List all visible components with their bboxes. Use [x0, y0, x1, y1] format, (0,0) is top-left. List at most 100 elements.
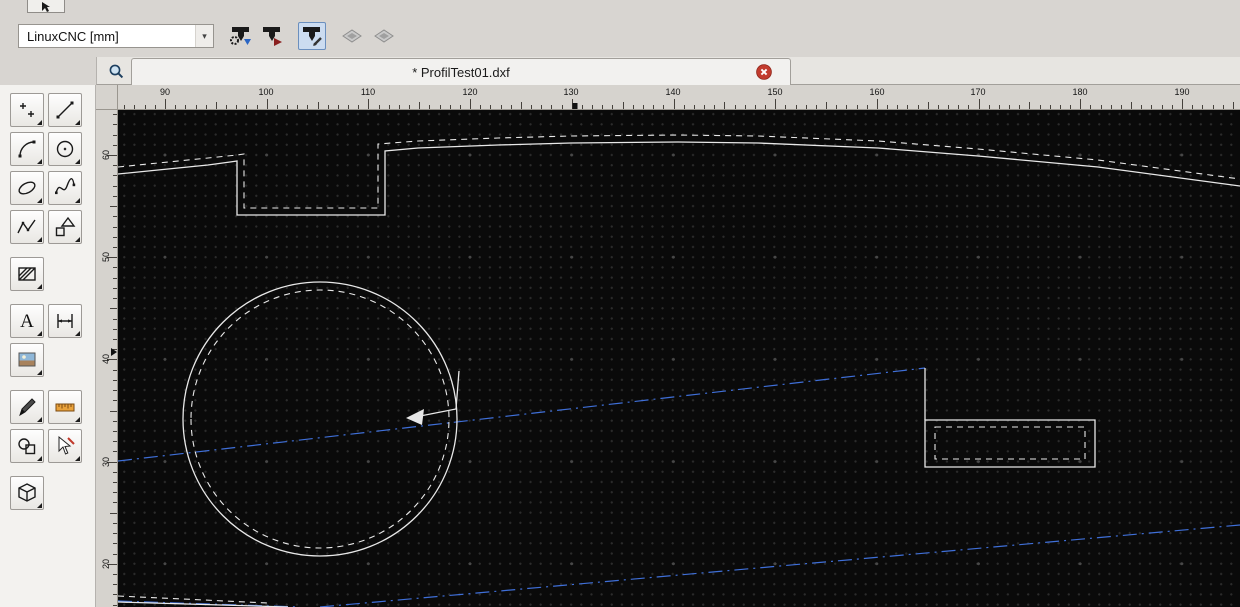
ruler-tick — [358, 105, 360, 109]
circle-icon — [56, 140, 74, 158]
ruler-tick — [815, 105, 817, 109]
image-icon — [18, 352, 36, 367]
dimension-icon — [57, 314, 73, 328]
ruler-tick — [846, 105, 848, 109]
ruler-tick — [795, 105, 797, 109]
ruler-tick — [113, 594, 117, 596]
ruler-tick — [602, 105, 604, 109]
ruler-tick — [113, 574, 117, 576]
ruler-tick — [642, 105, 644, 109]
ruler-tick — [551, 105, 553, 109]
machine-type-value: LinuxCNC [mm] — [27, 28, 119, 44]
document-tab[interactable]: * ProfilTest01.dxf — [131, 58, 791, 85]
ruler-label: 120 — [462, 87, 478, 97]
ruler-tick — [113, 277, 117, 279]
vertical-ruler: 60 50 40 30 20 — [96, 110, 118, 607]
cam-edit-button[interactable] — [298, 22, 326, 50]
ruler-tick — [693, 105, 695, 109]
modify-tool-button[interactable] — [10, 390, 44, 424]
ruler-tick — [1232, 102, 1234, 109]
ruler-tick — [673, 99, 675, 109]
ruler-tick — [113, 451, 117, 453]
ruler-tick — [439, 105, 441, 109]
text-tool-button[interactable]: A — [10, 304, 44, 338]
dimension-tool-button[interactable] — [48, 304, 82, 338]
line-tool-button[interactable] — [48, 93, 82, 127]
ruler-tick — [113, 144, 117, 146]
ruler-tick — [581, 105, 583, 109]
points-tool-button[interactable] — [10, 93, 44, 127]
ruler-tick — [110, 206, 117, 208]
zoom-button[interactable] — [106, 61, 126, 81]
ruler-tick — [113, 267, 117, 269]
ruler-tick — [632, 105, 634, 109]
ruler-tick — [1212, 105, 1214, 109]
ruler-label: 190 — [1174, 87, 1190, 97]
ruler-tick — [113, 226, 117, 228]
spline-icon — [55, 178, 76, 195]
ruler-tick — [110, 410, 117, 412]
ruler-tick — [714, 105, 716, 109]
ruler-label: 30 — [101, 456, 111, 468]
ruler-tick — [968, 105, 970, 109]
ruler-tick — [917, 105, 919, 109]
ruler-tick — [907, 105, 909, 109]
ruler-tick — [175, 105, 177, 109]
ruler-tick — [1161, 105, 1163, 109]
ruler-label: 90 — [159, 87, 171, 97]
ruler-tick — [256, 105, 258, 109]
machine-type-select[interactable]: LinuxCNC [mm] ▾ — [18, 24, 214, 48]
drawing-canvas[interactable] — [118, 110, 1240, 607]
ruler-tick — [958, 105, 960, 109]
ruler-tick — [775, 99, 777, 109]
selection-tool-button[interactable] — [48, 429, 82, 463]
ruler-tick — [113, 604, 117, 606]
ruler-tick — [897, 105, 899, 109]
ruler-tick — [317, 102, 319, 109]
ruler-tick — [398, 105, 400, 109]
measure-tool-button[interactable] — [48, 390, 82, 424]
ruler-tick — [500, 105, 502, 109]
ruler-tick — [307, 105, 309, 109]
ellipse-tool-button[interactable] — [10, 171, 44, 205]
ruler-label: 100 — [258, 87, 274, 97]
cam-marker-left-button[interactable] — [338, 22, 366, 50]
ruler-tick — [1182, 99, 1183, 109]
ruler-label: 140 — [665, 87, 681, 97]
cursor-arrow-icon — [42, 2, 50, 12]
ruler-tick — [1039, 105, 1041, 109]
spline-tool-button[interactable] — [48, 171, 82, 205]
ruler-tick — [592, 105, 594, 109]
ruler-tick — [419, 102, 421, 109]
horizontal-ruler: 90 100 110 120 130 140 150 160 170 180 190 — [118, 85, 1240, 110]
cursor-position-marker — [111, 348, 117, 356]
ruler-tick — [704, 105, 705, 109]
ruler-tick — [826, 102, 828, 109]
ruler-tick — [113, 165, 117, 167]
arc-tool-button[interactable] — [10, 132, 44, 166]
ruler-label: 170 — [970, 87, 986, 97]
hatch-tool-button[interactable] — [10, 257, 44, 291]
ruler-tick — [124, 105, 126, 109]
circle-tool-button[interactable] — [48, 132, 82, 166]
cam-configuration-button[interactable] — [226, 22, 254, 50]
transform-tool-button[interactable] — [10, 429, 44, 463]
polyline-tool-button[interactable] — [10, 210, 44, 244]
cam-config-icon — [230, 27, 251, 45]
cam-marker-right-button[interactable] — [370, 22, 398, 50]
cam-export-button[interactable] — [258, 22, 286, 50]
image-tool-button[interactable] — [10, 343, 44, 377]
shape-tool-button[interactable] — [48, 210, 82, 244]
ruler-tick — [988, 105, 990, 109]
solid-tool-button[interactable] — [10, 476, 44, 510]
ruler-tick — [113, 471, 117, 473]
ruler-tick — [1029, 102, 1031, 109]
ruler-label: 60 — [101, 149, 111, 161]
close-tab-button[interactable] — [756, 64, 772, 80]
ruler-tick — [195, 105, 197, 109]
ruler-tick — [653, 105, 655, 109]
ruler-tick — [998, 105, 1000, 109]
dxf-drawing — [118, 134, 1240, 607]
partial-top-button[interactable] — [27, 0, 65, 13]
toolpath-leadin-line — [409, 370, 460, 419]
